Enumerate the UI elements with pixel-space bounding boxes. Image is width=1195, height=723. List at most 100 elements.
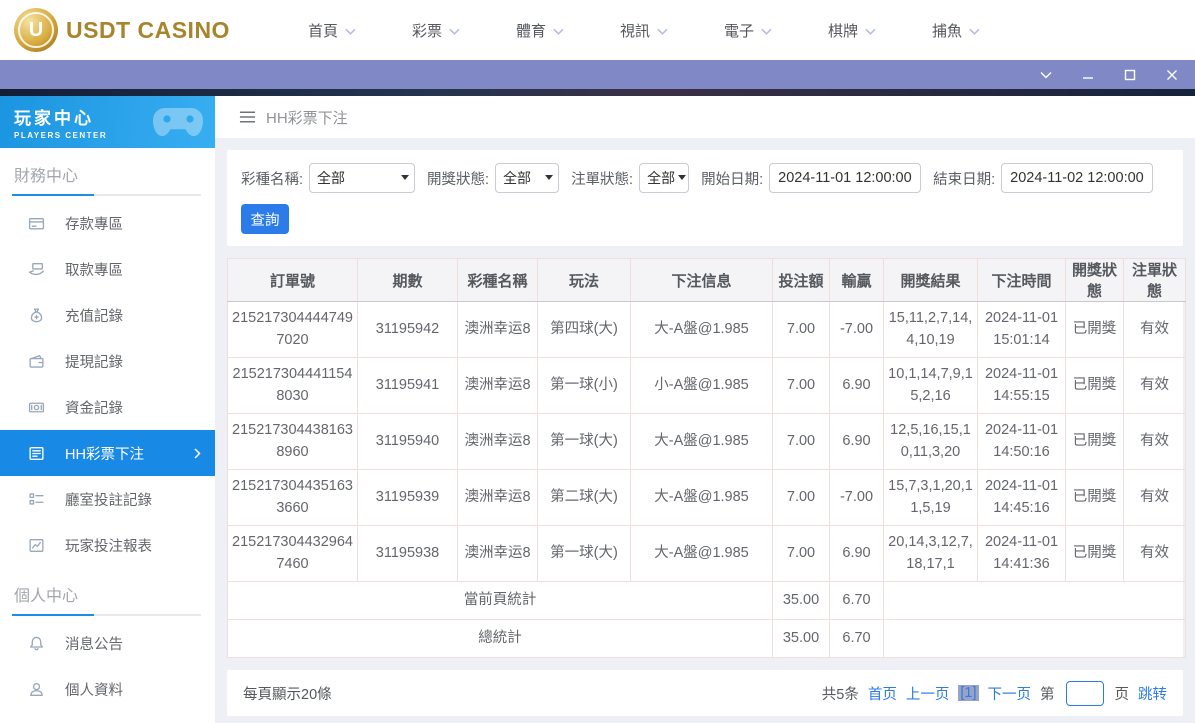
current-page-indicator[interactable]: [1] [958, 685, 979, 701]
pagination-bar: 每頁顯示20條 共5条 首页 上一页 [1] 下一页 第 页 跳转 [227, 670, 1183, 716]
chevron-down-icon [969, 28, 980, 35]
end-date-label: 結束日期: [933, 171, 996, 188]
chevron-down-icon [345, 28, 356, 35]
cell-lottery-name: 澳洲幸运8 [457, 357, 538, 414]
nav-item-lottery[interactable]: 彩票 [384, 20, 488, 41]
sidebar-item-profile[interactable]: 個人資料 [0, 666, 215, 712]
start-date-label: 開始日期: [701, 171, 764, 188]
page-summary-row: 當前頁統計 35.00 6.70 [227, 581, 1186, 620]
cell-win-loss: 6.90 [829, 357, 884, 414]
nav-item-chess[interactable]: 棋牌 [800, 20, 904, 41]
jump-button[interactable]: 跳转 [1138, 683, 1167, 704]
cell-lottery-name: 澳洲幸运8 [457, 413, 538, 470]
order-status-select[interactable]: 全部 [639, 163, 690, 193]
sidebar-item-label: 資金記錄 [65, 400, 123, 417]
hamburger-menu-icon[interactable] [239, 110, 256, 124]
nav-item-video[interactable]: 視訊 [592, 20, 696, 41]
cell-order-no: 2152173044329647460 [227, 525, 358, 582]
window-chevron-down-icon[interactable] [1039, 68, 1053, 82]
window-maximize-icon[interactable] [1123, 68, 1137, 82]
lottery-name-select[interactable]: 全部 [309, 163, 416, 193]
cell-lottery-name: 澳洲幸运8 [457, 301, 538, 358]
nav-item-label: 體育 [515, 22, 546, 40]
prev-page-link[interactable]: 上一页 [906, 683, 950, 704]
sidebar-item-deposit-zone[interactable]: 存款專區 [0, 200, 215, 246]
draw-status-select[interactable]: 全部 [495, 163, 560, 193]
section-underline [12, 194, 201, 196]
cell-bet-time: 2024-11-01 14:55:15 [977, 357, 1066, 414]
nav-item-label: 棋牌 [827, 22, 858, 40]
total-summary-label: 總統計 [227, 619, 773, 658]
cell-draw-result: 15,11,2,7,14,4,10,19 [883, 301, 978, 358]
cell-order-no: 2152173044411548030 [227, 357, 358, 414]
total-summary-empty [883, 619, 1186, 658]
col-header-order-no: 訂單號 [227, 258, 358, 302]
first-page-link[interactable]: 首页 [868, 683, 897, 704]
table-body: 2152173044447497020 31195942 澳洲幸运8 第四球(大) 大-… [227, 301, 1186, 582]
jump-suffix-label: 页 [1114, 686, 1130, 703]
jump-page-input[interactable] [1065, 680, 1104, 706]
cell-draw-status: 已開獎 [1065, 357, 1124, 414]
withdraw-hand-icon [28, 262, 45, 275]
lottery-name-label: 彩種名稱: [241, 171, 304, 188]
chevron-down-icon [657, 28, 668, 35]
col-header-play-type: 玩法 [537, 258, 631, 302]
chevron-down-icon [449, 28, 460, 35]
cell-bet-time: 2024-11-01 14:50:16 [977, 413, 1066, 470]
start-date-input[interactable] [769, 163, 922, 193]
sidebar-sections: 財務中心 存款專區 取款專區 充值記錄 提現記錄 資金記錄 HH彩票下注 廳室投註記錄 玩家投注… [0, 148, 215, 723]
banknote-icon [28, 402, 45, 412]
sidebar-item-funds-records[interactable]: 資金記錄 [0, 384, 215, 430]
sidebar-item-player-bet-report[interactable]: 玩家投注報表 [0, 522, 215, 568]
search-button[interactable]: 查詢 [241, 204, 289, 234]
cell-bet-info: 大-A盤@1.985 [630, 525, 773, 582]
wallet-icon [29, 354, 44, 368]
draw-status-label: 開獎狀態: [427, 171, 490, 188]
nav-item-fishing[interactable]: 捕魚 [904, 20, 1008, 41]
cell-play-type: 第一球(大) [537, 413, 631, 470]
checklist-icon [29, 492, 44, 505]
window-close-icon[interactable] [1165, 68, 1179, 82]
cell-period: 31195941 [357, 357, 458, 414]
sidebar-item-hh-lottery-bets[interactable]: HH彩票下注 [0, 430, 215, 476]
end-date-input[interactable] [1001, 163, 1154, 193]
cell-period: 31195939 [357, 469, 458, 526]
nav-item-home[interactable]: 首頁 [280, 20, 384, 41]
page-summary-empty [883, 581, 1186, 620]
col-header-bet-time: 下注時間 [977, 258, 1066, 302]
col-header-draw-result: 開獎結果 [883, 258, 978, 302]
col-header-draw-status: 開獎狀態 [1065, 258, 1124, 302]
cell-bet-amount: 7.00 [772, 413, 830, 470]
sidebar-item-hall-bet-records[interactable]: 廳室投註記錄 [0, 476, 215, 522]
sidebar-item-label: 玩家投注報表 [65, 538, 152, 555]
sidebar-item-messages[interactable]: 消息公告 [0, 620, 215, 666]
sidebar-item-label: 提現記錄 [65, 354, 123, 371]
cell-bet-amount: 7.00 [772, 357, 830, 414]
sidebar: 玩家中心 PLAYERS CENTER 財務中心 存款專區 取款專區 充值記錄 提現記錄… [0, 96, 215, 723]
nav-item-label: 視訊 [619, 22, 650, 40]
sidebar-item-withdraw-zone[interactable]: 取款專區 [0, 246, 215, 292]
nav-item-electronic[interactable]: 電子 [696, 20, 800, 41]
sidebar-item-label: 消息公告 [65, 636, 123, 653]
table-summary: 當前頁統計 35.00 6.70 總統計 35.00 6.70 [227, 581, 1186, 658]
cell-win-loss: -7.00 [829, 301, 884, 358]
cell-period: 31195942 [357, 301, 458, 358]
site-logo[interactable]: U USDT CASINO [14, 8, 230, 52]
sidebar-item-withdraw-records[interactable]: 提現記錄 [0, 338, 215, 384]
next-page-link[interactable]: 下一页 [988, 683, 1032, 704]
col-header-bet-amount: 投注額 [772, 258, 830, 302]
sidebar-item-label: 廳室投註記錄 [65, 492, 152, 509]
logo-coin-icon: U [14, 8, 58, 52]
cell-order-no: 2152173044381638960 [227, 413, 358, 470]
window-minimize-icon[interactable] [1081, 68, 1095, 82]
total-summary-bet-amount: 35.00 [772, 619, 830, 658]
cell-order-status: 有效 [1123, 357, 1186, 414]
cell-play-type: 第二球(大) [537, 469, 631, 526]
players-center-header: 玩家中心 PLAYERS CENTER [0, 96, 215, 148]
sidebar-item-recharge-records[interactable]: 充值記錄 [0, 292, 215, 338]
cell-win-loss: 6.90 [829, 525, 884, 582]
nav-item-sports[interactable]: 體育 [488, 20, 592, 41]
total-summary-win-loss: 6.70 [829, 619, 884, 658]
sidebar-item-change-password[interactable]: 修改密碼 [0, 712, 215, 723]
sidebar-item-label: 充值記錄 [65, 308, 123, 325]
